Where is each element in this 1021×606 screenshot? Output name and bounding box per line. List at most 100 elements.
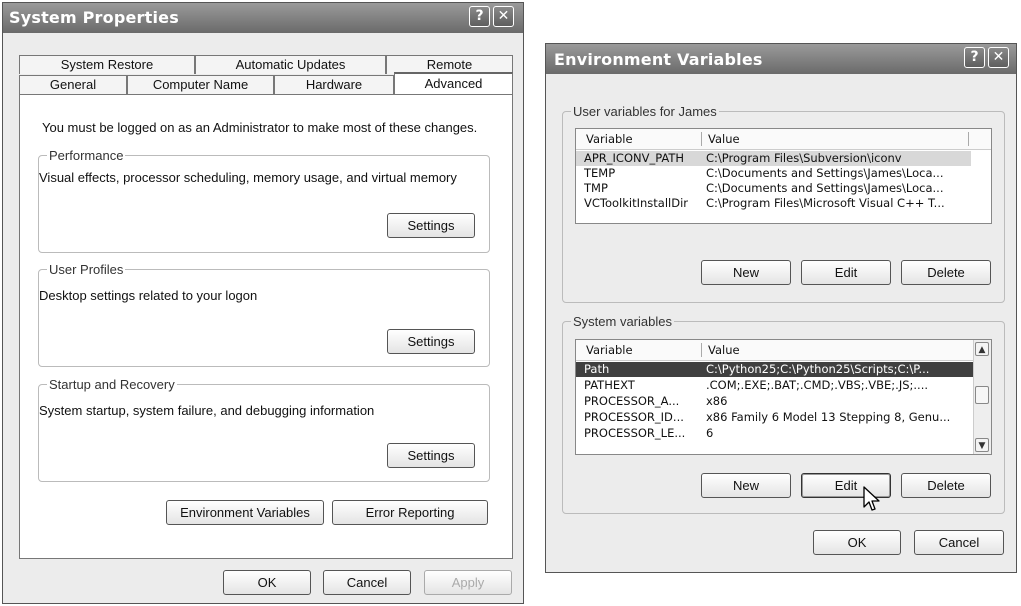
ok-button[interactable]: OK (223, 570, 311, 595)
button-label: Edit (834, 265, 858, 280)
button-label: Cancel (346, 575, 388, 590)
tab-row-front: General Computer Name Hardware Advanced (19, 72, 513, 94)
variable-value: C:\Program Files\Subversion\iconv (706, 151, 902, 165)
environment-variables-titlebar[interactable]: Environment Variables ? ✕ (546, 44, 1016, 74)
button-label: Environment Variables (180, 505, 310, 520)
tab-computer-name[interactable]: Computer Name (127, 75, 274, 94)
table-row[interactable]: VCToolkitInstallDir C:\Program Files\Mic… (576, 196, 971, 211)
advanced-tab-panel: You must be logged on as an Administrato… (19, 94, 513, 559)
user-profiles-settings-button[interactable]: Settings (387, 329, 475, 354)
variable-name: TMP (584, 181, 608, 195)
button-label: Error Reporting (365, 505, 455, 520)
variable-value: .COM;.EXE;.BAT;.CMD;.VBS;.VBE;.JS;.... (706, 378, 929, 392)
env-ok-button[interactable]: OK (813, 530, 901, 555)
performance-group: Performance Visual effects, processor sc… (38, 148, 490, 253)
window-title: Environment Variables (554, 50, 763, 69)
tab-label: Automatic Updates (235, 57, 346, 72)
button-label: Settings (407, 334, 455, 349)
button-label: Edit (834, 478, 858, 493)
tab-label: System Restore (60, 57, 154, 72)
tab-hardware[interactable]: Hardware (274, 75, 394, 94)
table-row[interactable]: PATHEXT .COM;.EXE;.BAT;.CMD;.VBS;.VBE;.J… (576, 378, 974, 393)
tab-automatic-updates[interactable]: Automatic Updates (195, 55, 386, 74)
table-row[interactable]: Path C:\Python25;C:\Python25\Scripts;C:\… (576, 362, 974, 377)
env-cancel-button[interactable]: Cancel (914, 530, 1004, 555)
user-variables-list[interactable]: Variable Value APR_ICONV_PATH C:\Program… (575, 128, 992, 224)
button-label: Settings (407, 218, 455, 233)
vertical-scrollbar[interactable]: ▲ ▼ (973, 340, 991, 454)
table-row[interactable]: TMP C:\Documents and Settings\James\Loca… (576, 181, 971, 196)
help-icon: ? (475, 8, 484, 24)
close-button[interactable]: ✕ (988, 47, 1009, 68)
performance-settings-button[interactable]: Settings (387, 213, 475, 238)
tab-label: Advanced (424, 76, 483, 91)
button-label: OK (257, 575, 277, 590)
variable-name: PATHEXT (584, 378, 635, 392)
close-icon: ✕ (992, 49, 1005, 65)
button-label: New (732, 265, 759, 280)
environment-variables-window: Environment Variables ? ✕ User variables… (545, 43, 1017, 573)
button-label: Cancel (938, 535, 980, 550)
system-variables-legend: System variables (571, 314, 674, 329)
variable-value: 6 (706, 426, 714, 440)
error-reporting-button[interactable]: Error Reporting (332, 500, 488, 525)
column-separator[interactable] (701, 132, 702, 146)
list-header: Variable Value (576, 129, 991, 150)
admin-note: You must be logged on as an Administrato… (42, 120, 478, 135)
close-button[interactable]: ✕ (493, 6, 514, 27)
help-button[interactable]: ? (469, 6, 490, 27)
variable-name: TEMP (584, 166, 616, 180)
variable-value: C:\Documents and Settings\James\Loca... (706, 166, 944, 180)
column-header-variable[interactable]: Variable (586, 343, 633, 357)
system-new-button[interactable]: New (701, 473, 791, 498)
tab-label: Remote (426, 57, 473, 72)
variable-value: x86 Family 6 Model 13 Stepping 8, Genu..… (706, 410, 951, 424)
tab-system-restore[interactable]: System Restore (19, 55, 195, 74)
table-row[interactable]: PROCESSOR_A... x86 (576, 394, 974, 409)
table-row[interactable]: TEMP C:\Documents and Settings\James\Loc… (576, 166, 971, 181)
user-delete-button[interactable]: Delete (901, 260, 991, 285)
user-profiles-description: Desktop settings related to your logon (39, 288, 258, 303)
user-profiles-group: User Profiles Desktop settings related t… (38, 262, 490, 367)
user-variables-legend: User variables for James (571, 104, 719, 119)
column-separator[interactable] (968, 132, 969, 146)
startup-recovery-description: System startup, system failure, and debu… (39, 403, 375, 418)
user-new-button[interactable]: New (701, 260, 791, 285)
column-header-variable[interactable]: Variable (586, 132, 633, 146)
variable-name: PROCESSOR_A... (584, 394, 680, 408)
scroll-down-icon[interactable]: ▼ (975, 438, 989, 452)
column-separator[interactable] (701, 343, 702, 357)
user-edit-button[interactable]: Edit (801, 260, 891, 285)
column-header-value[interactable]: Value (708, 343, 740, 357)
window-title: System Properties (9, 8, 179, 27)
tab-general[interactable]: General (19, 75, 127, 94)
user-profiles-legend: User Profiles (47, 262, 126, 277)
system-variables-list[interactable]: Variable Value Path C:\Python25;C:\Pytho… (575, 339, 992, 455)
system-properties-titlebar[interactable]: System Properties ? ✕ (3, 3, 523, 33)
system-delete-button[interactable]: Delete (901, 473, 991, 498)
button-label: Settings (407, 448, 455, 463)
button-label: Delete (927, 265, 965, 280)
table-row[interactable]: PROCESSOR_ID... x86 Family 6 Model 13 St… (576, 410, 974, 425)
scroll-thumb[interactable] (975, 386, 989, 404)
tab-label: General (49, 77, 97, 92)
mouse-pointer-icon (863, 486, 880, 511)
variable-name: APR_ICONV_PATH (584, 151, 685, 165)
apply-button[interactable]: Apply (424, 570, 512, 595)
table-row[interactable]: PROCESSOR_LE... 6 (576, 426, 974, 441)
scroll-up-icon[interactable]: ▲ (975, 342, 989, 356)
environment-variables-button[interactable]: Environment Variables (166, 500, 324, 525)
system-properties-window: System Properties ? ✕ System Restore Aut… (2, 2, 524, 604)
column-header-value[interactable]: Value (708, 132, 740, 146)
startup-recovery-settings-button[interactable]: Settings (387, 443, 475, 468)
performance-description: Visual effects, processor scheduling, me… (39, 170, 457, 185)
user-variables-group: User variables for James Variable Value … (562, 104, 1005, 303)
list-header: Variable Value (576, 340, 973, 361)
tab-advanced[interactable]: Advanced (394, 72, 513, 94)
table-row[interactable]: APR_ICONV_PATH C:\Program Files\Subversi… (576, 151, 971, 166)
cancel-button[interactable]: Cancel (323, 570, 411, 595)
variable-name: PROCESSOR_LE... (584, 426, 686, 440)
help-button[interactable]: ? (964, 47, 985, 68)
tab-label: Computer Name (152, 77, 249, 92)
help-icon: ? (970, 49, 979, 65)
